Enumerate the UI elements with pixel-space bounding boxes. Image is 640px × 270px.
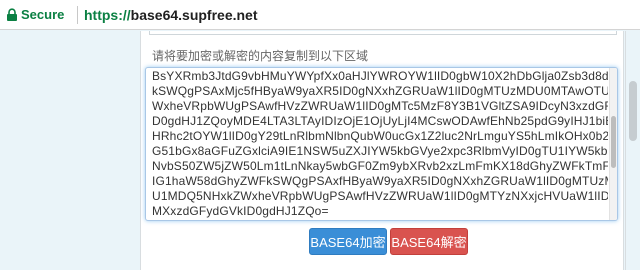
text-line: D0gdHJ1ZQoyMDE4LTA3LTAyIDIzOjE1OjUyLjI4M…: [152, 114, 608, 128]
textarea-scroll-thumb[interactable]: [611, 116, 616, 168]
address-divider: [77, 6, 78, 24]
base64-textarea[interactable]: BsYXRmb3JtdG9vbHMuYWYpfXx0aHJlYWROYW1lID…: [145, 67, 618, 221]
input-prompt-label: 请将要加密或解密的内容复制到以下区域: [152, 49, 369, 63]
page-scrollbar[interactable]: [625, 31, 640, 270]
text-line: MXxzdGFydGVkID0gdHJ1ZQo=: [152, 204, 329, 218]
textarea-scrollbar[interactable]: [609, 68, 617, 220]
page-scroll-thumb[interactable]: [629, 81, 637, 141]
lock-icon: [7, 8, 17, 21]
text-line: WxheVRpbWUgPSAwfHVzZWRUaW1lID0gMTc5MzF8Y…: [152, 99, 608, 113]
text-line: kSWQgPSAxMjc5fHByaW9yaXR5ID0gNXxhZGRUaW1…: [152, 84, 608, 98]
secure-label: Secure: [21, 7, 65, 22]
text-line: BsYXRmb3JtdG9vbHMuYWYpfXx0aHJlYWROYW1lID…: [152, 69, 608, 83]
base64-decode-button[interactable]: BASE64解密: [390, 228, 468, 255]
url-field[interactable]: https://base64.supfree.net: [84, 6, 258, 24]
url-scheme: https://: [84, 7, 131, 23]
browser-address-bar: Secure https://base64.supfree.net: [0, 0, 640, 30]
text-line: U1MDQ5NHxkZWxheVRpbWUgPSAwfHVzZWRUaW1lID…: [152, 189, 608, 203]
text-line: NvbS50ZW5jZW50Lm1tLnNkay5wbGF0Zm9ybXRvb2…: [152, 159, 608, 173]
panel-top-border: [149, 31, 617, 35]
text-line: HRhc2tOYW1lID0gY29tLnRlbmNlbnQubW0ucGx1Z…: [152, 129, 608, 143]
base64-encode-button[interactable]: BASE64加密: [309, 228, 387, 255]
content-panel: 请将要加密或解密的内容复制到以下区域 BsYXRmb3JtdG9vbHMuYWY…: [140, 31, 624, 270]
url-host: base64.supfree.net: [130, 7, 258, 23]
textarea-content[interactable]: BsYXRmb3JtdG9vbHMuYWYpfXx0aHJlYWROYW1lID…: [146, 68, 610, 220]
text-line: G51bGx8aGFuZGxlciA9IE1NSW5uZXJIYW5kbGVye…: [152, 144, 608, 158]
text-line: IG1haW58dGhyZWFkSWQgPSAxfHByaW9yaXR5ID0g…: [152, 174, 608, 188]
page-content: 请将要加密或解密的内容复制到以下区域 BsYXRmb3JtdG9vbHMuYWY…: [0, 31, 640, 270]
